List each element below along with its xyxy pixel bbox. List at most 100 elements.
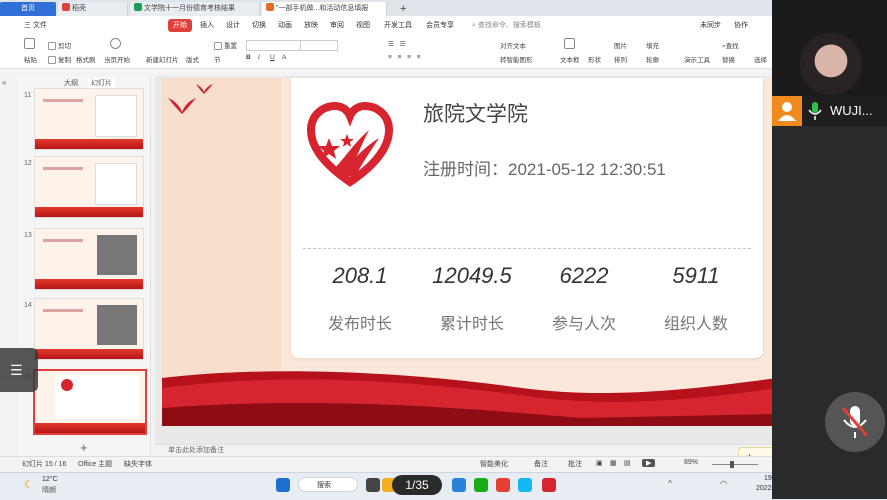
slide-number: 13 [24, 232, 32, 239]
wechat-icon[interactable] [474, 478, 488, 492]
tab-slides[interactable]: 幻灯片 [88, 78, 115, 88]
menu-developer[interactable]: 开发工具 [384, 19, 412, 32]
shape-button[interactable]: 形状 [588, 54, 601, 64]
slide-thumbnail-13[interactable] [34, 228, 144, 290]
view-sorter-icon[interactable]: ▦ [610, 459, 617, 467]
stat-participants-label: 参与人次 [551, 316, 616, 333]
arrange-button[interactable]: 排列 [614, 54, 627, 64]
find-button[interactable]: ⌕查找 [722, 40, 739, 51]
menu-member[interactable]: 会员专享 [426, 19, 454, 32]
view-reading-icon[interactable]: ▤ [624, 459, 631, 467]
stat-publish-hours-label: 发布时长 [327, 316, 392, 333]
copy-button[interactable]: 复制 [48, 54, 71, 65]
menu-animation[interactable]: 动画 [278, 19, 292, 32]
play-slideshow-icon[interactable]: ▶ [642, 459, 656, 467]
zoom-slider-handle[interactable] [730, 461, 734, 468]
menu-transition[interactable]: 切换 [252, 19, 266, 32]
chrome-icon[interactable] [496, 478, 510, 492]
thumb-wave [35, 279, 143, 289]
edge-icon[interactable] [452, 478, 466, 492]
person-icon [778, 102, 796, 121]
tab-docer[interactable]: 稻壳 [58, 2, 128, 16]
view-normal-icon[interactable]: ▣ [596, 459, 603, 467]
menu-view[interactable]: 视图 [356, 19, 370, 32]
missing-font-button[interactable]: 缺失字体 [124, 459, 152, 469]
wps-icon[interactable] [542, 478, 556, 492]
notes-toggle[interactable]: 备注 [534, 459, 548, 469]
new-tab-button[interactable]: + [396, 2, 410, 16]
taskbar-search[interactable]: 搜索 [298, 477, 358, 492]
qq-icon[interactable] [518, 478, 532, 492]
paste-icon[interactable] [24, 38, 35, 49]
paste-button[interactable]: 粘贴 [24, 54, 37, 64]
collapse-panel-icon[interactable]: « [2, 78, 6, 87]
notes-placeholder[interactable]: 单击此处添加备注 [168, 445, 224, 455]
reset-button[interactable]: 重置 [214, 40, 237, 51]
thumb-text [43, 99, 83, 102]
zoom-slider[interactable] [712, 464, 758, 465]
tab-home[interactable]: 首页 [0, 2, 56, 16]
start-icon[interactable] [276, 478, 290, 492]
font-name-select[interactable] [246, 40, 308, 51]
format-painter-button[interactable]: 格式刷 [76, 54, 96, 64]
add-slide-button[interactable]: + [80, 440, 88, 455]
slide-thumbnail-14[interactable] [34, 298, 144, 360]
sync-status[interactable]: 未同步 [700, 19, 721, 32]
smart-art-button[interactable]: 转智能图形 [500, 54, 533, 64]
italic-button[interactable]: I [258, 54, 260, 61]
menu-design[interactable]: 设计 [226, 19, 240, 32]
play-circle-icon [110, 38, 121, 49]
tray-expand-icon[interactable]: ^ [668, 479, 672, 488]
play-icon[interactable] [110, 38, 121, 49]
align-buttons[interactable]: ≡ ≡ ≡ ≡ [388, 54, 423, 61]
textbox-button[interactable]: 文本框 [560, 54, 580, 64]
smart-beautify-button[interactable]: 智能美化 [480, 459, 508, 469]
layout-button[interactable]: 版式 [186, 54, 199, 64]
floating-menu-handle[interactable]: ☰ [0, 348, 38, 392]
tab-docer-label: 稻壳 [72, 5, 86, 12]
file-menu[interactable]: 三 文件 [24, 19, 47, 32]
slide-thumbnail-11[interactable] [34, 88, 144, 150]
new-slide-button[interactable]: 新建幻灯片 [146, 54, 179, 64]
tab-presentation-label: "一部手机做...和活动信息填报 [276, 5, 369, 12]
organization-logo [306, 101, 394, 187]
thumb-screenshot [97, 305, 137, 345]
menu-slideshow[interactable]: 放映 [304, 19, 318, 32]
menu-insert[interactable]: 插入 [200, 19, 214, 32]
image-button[interactable]: 图片 [614, 40, 627, 50]
slide-counter: 幻灯片 15 / 16 [22, 461, 67, 468]
collaborate-button[interactable]: 协作 [734, 19, 748, 32]
select-button[interactable]: 选择 [754, 54, 767, 64]
section-button[interactable]: 节 [214, 54, 221, 64]
weather-desc: 晴朗 [42, 487, 56, 494]
tab-presentation[interactable]: "一部手机做...和活动信息填报 [262, 2, 387, 16]
tab-outline[interactable]: 大纲 [64, 78, 78, 88]
outline-button[interactable]: 轮廓 [646, 54, 659, 64]
tab-spreadsheet[interactable]: 文学院十一月份德育考核结果 [130, 2, 260, 16]
presentation-tools-button[interactable]: 演示工具 [684, 54, 710, 64]
mute-button[interactable] [825, 392, 885, 452]
thumb-screenshot [95, 95, 137, 137]
text-direction-button[interactable]: 对齐文本 [500, 40, 526, 50]
comments-toggle[interactable]: 批注 [568, 459, 582, 469]
zoom-level[interactable]: 89% [684, 459, 698, 466]
textbox-icon[interactable] [564, 38, 575, 49]
task-view-icon[interactable] [366, 478, 380, 492]
menu-review[interactable]: 审阅 [330, 19, 344, 32]
from-current-button[interactable]: 当页开始 [104, 54, 130, 64]
cut-button[interactable]: 剪切 [48, 40, 71, 51]
underline-button[interactable]: U [270, 54, 275, 61]
fill-button[interactable]: 填充 [646, 40, 659, 50]
slide-thumbnail-12[interactable] [34, 156, 144, 218]
replace-button[interactable]: 替换 [722, 54, 735, 64]
window-tab-strip: 首页 稻壳 文学院十一月份德育考核结果 "一部手机做...和活动信息填报 + [0, 0, 772, 16]
slide-thumbnail-15[interactable] [33, 369, 147, 435]
text-color-button[interactable]: A [282, 54, 286, 61]
bold-button[interactable]: B [246, 54, 251, 61]
menu-home[interactable]: 开始 [168, 19, 192, 32]
command-search[interactable]: ⌕ 查找命令、搜索模板 [472, 19, 572, 32]
font-size-select[interactable] [300, 40, 338, 51]
bullet-list-button[interactable]: ☰ ☰ [388, 40, 407, 48]
stat-org-members: 5911 [672, 263, 720, 288]
wifi-icon[interactable]: ◠ [720, 479, 727, 488]
